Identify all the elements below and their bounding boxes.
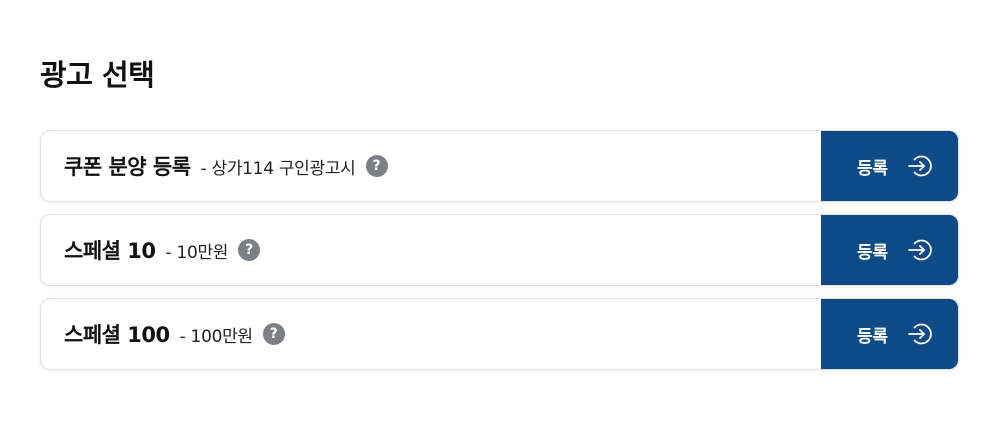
question-circle-icon[interactable]: ?	[238, 239, 261, 261]
ad-description: - 10만원	[165, 242, 229, 263]
register-button[interactable]: 등록	[821, 215, 958, 285]
ad-info: 쿠폰 분양 등록 - 상가114 구인광고시 ?	[41, 131, 821, 201]
register-button-label: 등록	[857, 326, 888, 347]
login-arrow-icon	[906, 236, 934, 264]
ad-description: - 상가114 구인광고시	[200, 158, 356, 179]
ad-selection-page: 광고 선택 쿠폰 분양 등록 - 상가114 구인광고시 ? 등록 스페셜 10…	[0, 0, 1000, 430]
ad-description: - 100만원	[179, 326, 253, 347]
register-button-label: 등록	[857, 242, 888, 263]
ad-card-special-100: 스페셜 100 - 100만원 ? 등록	[40, 298, 959, 370]
register-button[interactable]: 등록	[821, 131, 958, 201]
register-button-label: 등록	[857, 158, 888, 179]
page-title: 광고 선택	[40, 58, 155, 92]
ad-card-coupon: 쿠폰 분양 등록 - 상가114 구인광고시 ? 등록	[40, 130, 959, 202]
ad-info: 스페셜 10 - 10만원 ?	[41, 215, 821, 285]
ad-card-special-10: 스페셜 10 - 10만원 ? 등록	[40, 214, 959, 286]
ad-name: 쿠폰 분양 등록	[64, 155, 191, 179]
ad-name: 스페셜 10	[64, 239, 156, 263]
ad-name: 스페셜 100	[64, 323, 170, 347]
login-arrow-icon	[906, 152, 934, 180]
login-arrow-icon	[906, 320, 934, 348]
question-circle-icon[interactable]: ?	[262, 323, 285, 345]
question-circle-icon[interactable]: ?	[365, 155, 388, 177]
ad-info: 스페셜 100 - 100만원 ?	[41, 299, 821, 369]
register-button[interactable]: 등록	[821, 299, 958, 369]
ad-list: 쿠폰 분양 등록 - 상가114 구인광고시 ? 등록 스페셜 10 - 10만…	[40, 130, 959, 382]
